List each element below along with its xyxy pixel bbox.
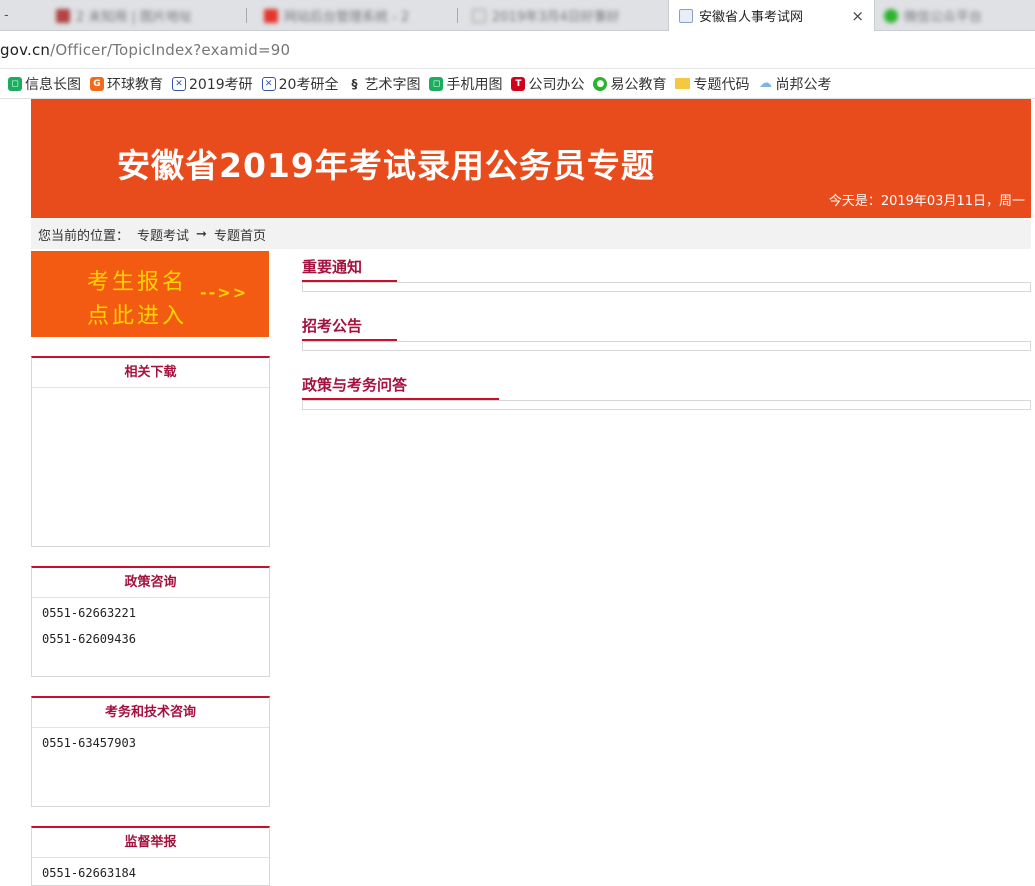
- tab-label: 2 未知用 | 图片地址: [76, 10, 193, 25]
- register-entry-button[interactable]: 考生报名 点此进入 -->>: [31, 251, 269, 337]
- bookmark-item[interactable]: § 艺术字图: [347, 74, 420, 94]
- section-title[interactable]: 重要通知: [302, 257, 1031, 285]
- today-date: 今天是：2019年03月11日，周一: [828, 194, 1025, 209]
- exam-tech-consult-title: 考务和技术咨询: [32, 698, 269, 728]
- breadcrumb-topic-home-link[interactable]: 专题首页: [214, 225, 266, 244]
- phone-number: 0551-63457903: [42, 736, 136, 750]
- blue-cross-icon: ✕: [172, 76, 186, 91]
- green-square-icon: ◻: [8, 76, 22, 91]
- register-line2: 点此进入: [87, 304, 188, 329]
- section-content: [302, 341, 1031, 351]
- section-content: [302, 282, 1031, 292]
- orange-g-icon: G: [90, 76, 104, 91]
- important-notice-section: 重要通知: [302, 257, 1031, 297]
- tab-left-stub-label: -: [4, 8, 9, 23]
- bookmark-label: 20考研全: [278, 76, 339, 93]
- address-bar[interactable]: gov.cn/Officer/TopicIndex?examid=90: [0, 31, 1035, 69]
- blue-cross-icon: ✕: [261, 76, 276, 91]
- page-icon: [679, 8, 693, 23]
- browser-tab-strip: - 2 未知用 | 图片地址 网站后台管理系统 - 2 2019年3月4日好事好…: [0, 0, 1035, 31]
- register-line1: 考生报名: [87, 270, 188, 295]
- dark-s-icon: §: [347, 76, 362, 91]
- url-text[interactable]: gov.cn/Officer/TopicIndex?examid=90: [0, 41, 290, 59]
- policy-qa-section: 政策与考务问答: [302, 375, 1031, 415]
- tab-admin-system[interactable]: 网站后台管理系统 - 2: [264, 0, 444, 31]
- bookmark-item[interactable]: ◻ 信息长图: [8, 74, 81, 94]
- bookmark-item[interactable]: T 公司办公: [511, 74, 584, 94]
- wechat-icon: [884, 8, 898, 23]
- tab-favicon-icon: [264, 8, 278, 23]
- supervision-report-box: 监督举报 0551-62663184: [31, 826, 270, 886]
- bookmark-item[interactable]: 专题代码: [675, 74, 749, 94]
- page-title: 安徽省2019年考试录用公务员专题: [117, 146, 655, 185]
- tab-favicon-icon: [56, 8, 70, 23]
- url-path: /Officer/TopicIndex?examid=90: [50, 41, 291, 59]
- recruitment-announcement-section: 招考公告: [302, 316, 1031, 356]
- bookmark-item[interactable]: ☁ 尚邦公考: [758, 74, 831, 94]
- downloads-title: 相关下载: [32, 358, 269, 388]
- green-square-icon: ◻: [429, 76, 444, 91]
- breadcrumb-prefix: 您当前的位置：: [38, 228, 130, 244]
- bookmark-label: 专题代码: [693, 76, 750, 93]
- tab-wechat-platform[interactable]: 微信公众平台: [884, 0, 1035, 31]
- bookmark-label: 环球教育: [107, 76, 163, 93]
- policy-consult-title: 政策咨询: [32, 568, 269, 598]
- red-t-icon: T: [511, 76, 526, 91]
- bookmark-item[interactable]: ◻ 手机用图: [429, 74, 502, 94]
- phone-number: 0551-62663221: [42, 606, 136, 620]
- section-content: [302, 400, 1031, 410]
- exam-tech-consult-box: 考务和技术咨询 0551-63457903: [31, 696, 270, 807]
- close-icon[interactable]: ×: [851, 7, 864, 25]
- breadcrumb: 您当前的位置： 专题考试 ➞ 专题首页: [31, 219, 1031, 249]
- breadcrumb-topic-exam-link[interactable]: 专题考试: [137, 225, 189, 244]
- tab-article[interactable]: 2019年3月4日好事好: [472, 0, 652, 31]
- bookmark-label: 2019考研: [189, 76, 253, 93]
- tab-image-tool[interactable]: 2 未知用 | 图片地址: [56, 0, 226, 31]
- policy-consult-box: 政策咨询 0551-62663221 0551-62609436: [31, 566, 270, 677]
- tab-label: 2019年3月4日好事好: [492, 10, 620, 25]
- tab-separator: [246, 8, 247, 23]
- bookmark-item[interactable]: ✕ 2019考研: [172, 74, 253, 94]
- cloud-icon: ☁: [758, 76, 773, 91]
- bookmarks-bar: ◻ 信息长图 G 环球教育 ✕ 2019考研 ✕ 20考研全 § 艺术字图 ◻ 手机用图 T…: [0, 69, 1035, 99]
- downloads-box: 相关下载: [31, 356, 270, 547]
- url-host: gov.cn: [0, 41, 51, 59]
- bookmark-label: 尚邦公考: [775, 76, 832, 93]
- supervision-report-title: 监督举报: [32, 828, 269, 858]
- bookmark-label: 公司办公: [528, 76, 585, 93]
- tab-separator: [457, 8, 458, 23]
- section-underline: [302, 398, 499, 400]
- bookmark-label: 手机用图: [446, 76, 503, 93]
- bookmark-label: 易公教育: [610, 76, 667, 93]
- tab-label: 安徽省人事考试网: [699, 10, 804, 25]
- tab-label: 微信公众平台: [904, 10, 983, 25]
- bookmark-label: 艺术字图: [364, 76, 421, 93]
- arrow-right-icon: ➞: [196, 226, 207, 242]
- bookmark-label: 信息长图: [25, 76, 81, 93]
- wechat-icon: ●: [593, 76, 608, 91]
- bookmark-item[interactable]: ✕ 20考研全: [261, 74, 339, 94]
- page-banner: 安徽省2019年考试录用公务员专题 今天是：2019年03月11日，周一: [31, 99, 1031, 218]
- section-underline: [302, 339, 397, 341]
- arrow-right-icon: -->>: [200, 283, 249, 302]
- section-title[interactable]: 招考公告: [302, 316, 1031, 344]
- tab-active-exam-site[interactable]: 安徽省人事考试网 ×: [668, 0, 875, 31]
- section-underline: [302, 280, 397, 282]
- tab-label: 网站后台管理系统 - 2: [284, 10, 410, 25]
- bookmark-item[interactable]: ● 易公教育: [593, 74, 666, 94]
- tab-favicon-icon: [472, 8, 486, 23]
- bookmark-item[interactable]: G 环球教育: [90, 74, 163, 94]
- phone-number: 0551-62663184: [42, 866, 136, 880]
- tab-left-stub: -: [4, 0, 18, 31]
- folder-icon: [675, 78, 691, 89]
- phone-number: 0551-62609436: [42, 632, 136, 646]
